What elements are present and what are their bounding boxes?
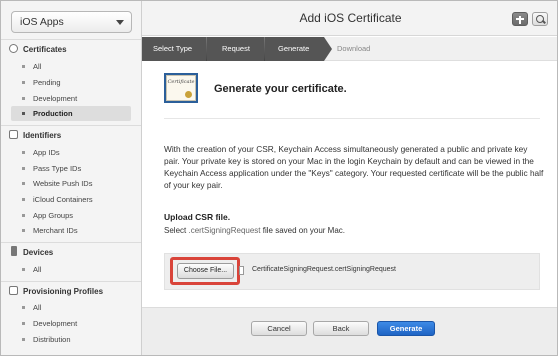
seal-icon <box>185 91 192 98</box>
sidebar-section-provisioning-profiles: Provisioning Profiles <box>9 285 103 299</box>
sidebar-item-icloud-containers[interactable]: iCloud Containers <box>11 192 131 207</box>
bullet-icon <box>22 198 25 201</box>
step-divider <box>264 37 265 61</box>
upload-title: Upload CSR file. <box>164 212 231 222</box>
id-card-icon <box>9 130 18 139</box>
window: iOS Apps Certificates All Pending Develo… <box>0 0 558 356</box>
sidebar-item-label: All <box>33 303 42 312</box>
search-button[interactable] <box>532 12 548 26</box>
bullet-icon <box>22 338 25 341</box>
app-type-select-label: iOS Apps <box>20 16 64 28</box>
choose-file-button[interactable]: Choose File... <box>177 263 234 279</box>
bullet-icon <box>22 182 25 185</box>
sidebar-section-devices: Devices <box>9 246 53 260</box>
certificate-paper: Certificate <box>166 75 196 101</box>
sidebar-divider <box>1 39 141 40</box>
step-divider <box>206 37 207 61</box>
sidebar-item-production[interactable]: Production <box>11 106 131 121</box>
bullet-icon <box>22 214 25 217</box>
sidebar-item-label: Development <box>33 319 78 328</box>
file-icon <box>239 266 244 275</box>
step-select-type: Select Type <box>153 44 193 53</box>
certificate-icon <box>9 44 18 53</box>
sidebar-item-label: Pass Type IDs <box>33 164 82 173</box>
step-request: Request <box>222 44 250 53</box>
sidebar-item-label: Website Push IDs <box>33 179 93 188</box>
bullet-icon <box>22 322 25 325</box>
sidebar-item-label: Pending <box>33 78 61 87</box>
sidebar-item-merchant-ids[interactable]: Merchant IDs <box>11 223 131 238</box>
bullet-icon <box>22 306 25 309</box>
main-panel: Add iOS Certificate Select Type Request … <box>142 1 557 355</box>
selected-file-name: CertificateSigningRequest.certSigningReq… <box>252 266 396 273</box>
bullet-icon <box>22 151 25 154</box>
sidebar-divider <box>1 281 141 282</box>
sidebar-item-distribution-profiles[interactable]: Distribution <box>11 332 131 347</box>
sidebar-item-app-ids[interactable]: App IDs <box>11 145 131 160</box>
certificate-icon-text: Certificate <box>167 79 195 85</box>
title-bar: Add iOS Certificate <box>142 1 557 36</box>
sidebar-section-label: Identifiers <box>23 131 62 140</box>
bullet-icon <box>22 97 25 100</box>
sidebar: iOS Apps Certificates All Pending Develo… <box>1 1 142 355</box>
sidebar-item-pass-type-ids[interactable]: Pass Type IDs <box>11 161 131 176</box>
chevron-down-icon <box>116 20 124 25</box>
sidebar-section-label: Provisioning Profiles <box>23 287 104 296</box>
sidebar-section-label: Devices <box>23 248 54 257</box>
content-divider <box>164 118 540 119</box>
generate-button[interactable]: Generate <box>377 321 435 336</box>
sidebar-item-development-profiles[interactable]: Development <box>11 316 131 331</box>
sidebar-item-all-profiles[interactable]: All <box>11 300 131 315</box>
sidebar-item-label: All <box>33 62 42 71</box>
sidebar-item-label: iCloud Containers <box>33 195 93 204</box>
sidebar-item-development[interactable]: Development <box>11 91 131 106</box>
bullet-icon <box>22 268 25 271</box>
cancel-button[interactable]: Cancel <box>251 321 307 336</box>
sidebar-item-label: App IDs <box>33 148 60 157</box>
sidebar-item-app-groups[interactable]: App Groups <box>11 208 131 223</box>
step-generate: Generate <box>278 44 310 53</box>
file-extension: .certSigningRequest <box>188 226 261 235</box>
sidebar-section-certificates: Certificates <box>9 43 67 57</box>
bullet-icon <box>22 112 25 115</box>
document-icon <box>9 286 18 295</box>
back-button[interactable]: Back <box>313 321 369 336</box>
bullet-icon <box>22 81 25 84</box>
sidebar-section-identifiers: Identifiers <box>9 129 61 143</box>
section-heading: Generate your certificate. <box>214 83 347 95</box>
sidebar-item-pending[interactable]: Pending <box>11 75 131 90</box>
bullet-icon <box>22 65 25 68</box>
sidebar-item-label: Distribution <box>33 335 71 344</box>
sidebar-section-label: Certificates <box>23 45 67 54</box>
sidebar-item-label: Merchant IDs <box>33 226 78 235</box>
sidebar-item-label: All <box>33 265 42 274</box>
step-download: Download <box>337 44 371 53</box>
bullet-icon <box>22 229 25 232</box>
sidebar-item-website-push-ids[interactable]: Website Push IDs <box>11 176 131 191</box>
sidebar-divider <box>1 125 141 126</box>
app-type-select[interactable]: iOS Apps <box>11 11 132 33</box>
sidebar-divider <box>1 242 141 243</box>
certificate-icon: Certificate <box>164 73 198 103</box>
step-arrow <box>324 37 332 61</box>
sidebar-item-label: App Groups <box>33 211 74 220</box>
page-title: Add iOS Certificate <box>299 11 402 25</box>
upload-instructions-suffix: file saved on your Mac. <box>260 226 345 235</box>
upload-instructions-prefix: Select <box>164 226 189 235</box>
bullet-icon <box>22 167 25 170</box>
device-icon <box>11 246 17 256</box>
sidebar-item-all-devices[interactable]: All <box>11 262 131 277</box>
sidebar-item-label: Development <box>33 94 78 103</box>
upload-instructions: Select .certSigningRequest file saved on… <box>164 226 345 235</box>
description-text: With the creation of your CSR, Keychain … <box>164 144 544 190</box>
sidebar-item-label: Production <box>33 109 73 118</box>
sidebar-item-all-certificates[interactable]: All <box>11 59 131 74</box>
add-button[interactable] <box>512 12 528 26</box>
